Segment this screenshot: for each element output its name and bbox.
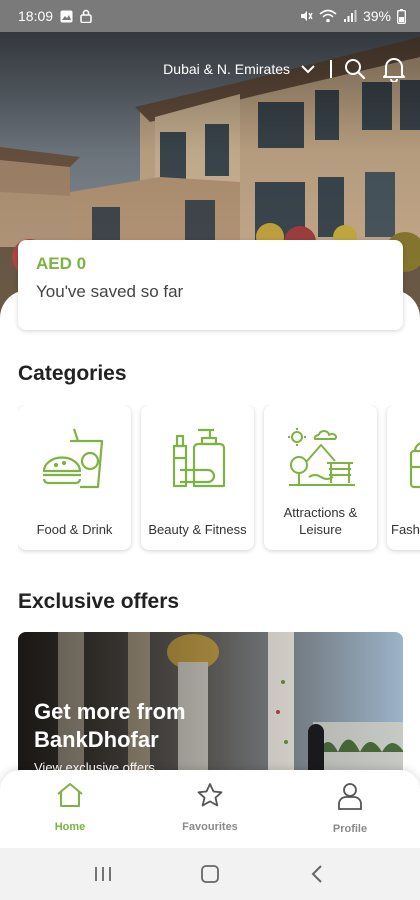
chevron-down-icon (300, 64, 316, 74)
wifi-icon (319, 9, 337, 23)
recent-apps-icon[interactable] (83, 854, 123, 894)
back-icon[interactable] (297, 854, 337, 894)
search-icon[interactable] (344, 58, 366, 80)
category-label: Beauty & Fitness (148, 522, 247, 537)
savings-amount: AED 0 (36, 254, 87, 273)
category-attractions-leisure[interactable]: Attractions & Leisure (264, 405, 377, 550)
location-selector[interactable]: Dubai & N. Emirates (163, 61, 316, 77)
beauty-fitness-icon (168, 423, 228, 495)
nav-label: Favourites (182, 821, 238, 833)
header-divider (330, 60, 332, 78)
category-food-drink[interactable]: Food & Drink (18, 405, 131, 550)
profile-icon (336, 782, 364, 815)
nav-favourites[interactable]: Favourites (140, 770, 280, 848)
category-label: Fash (391, 522, 420, 537)
category-label: Food & Drink (36, 522, 113, 537)
location-label: Dubai & N. Emirates (163, 61, 290, 77)
category-beauty-fitness[interactable]: Beauty & Fitness (141, 405, 254, 550)
system-navigation-bar (0, 848, 420, 900)
status-time: 18:09 (18, 8, 54, 24)
nav-home[interactable]: Home (0, 770, 140, 848)
offer-title: Get more from BankDhofar (34, 699, 186, 752)
savings-card: AED 0 You've saved so far (18, 240, 403, 330)
nav-label: Home (54, 821, 86, 833)
categories-carousel[interactable]: Food & Drink Beauty & Fitness Attraction… (18, 405, 420, 555)
bottom-navigation: Home Favourites Profile (0, 770, 420, 848)
star-icon (196, 782, 224, 813)
mute-icon (299, 9, 313, 23)
nav-profile[interactable]: Profile (280, 770, 420, 848)
home-icon (56, 782, 84, 813)
status-bar: 18:09 39% (0, 0, 420, 32)
category-label: Attractions & Leisure (283, 505, 358, 537)
home-button-icon[interactable] (190, 854, 230, 894)
fashion-icon (387, 423, 420, 495)
savings-label: You've saved so far (36, 282, 184, 301)
attractions-icon (285, 423, 357, 495)
category-fashion[interactable]: Fash (387, 405, 420, 550)
offers-title: Exclusive offers (18, 590, 180, 613)
food-drink-icon (40, 423, 110, 495)
categories-title: Categories (18, 362, 127, 385)
signal-icon (343, 9, 357, 23)
bell-icon[interactable] (382, 56, 406, 82)
gallery-icon (60, 10, 73, 23)
battery-icon (397, 8, 406, 24)
lock-icon (80, 9, 92, 23)
nav-label: Profile (332, 823, 368, 835)
battery-percent: 39% (362, 8, 391, 24)
